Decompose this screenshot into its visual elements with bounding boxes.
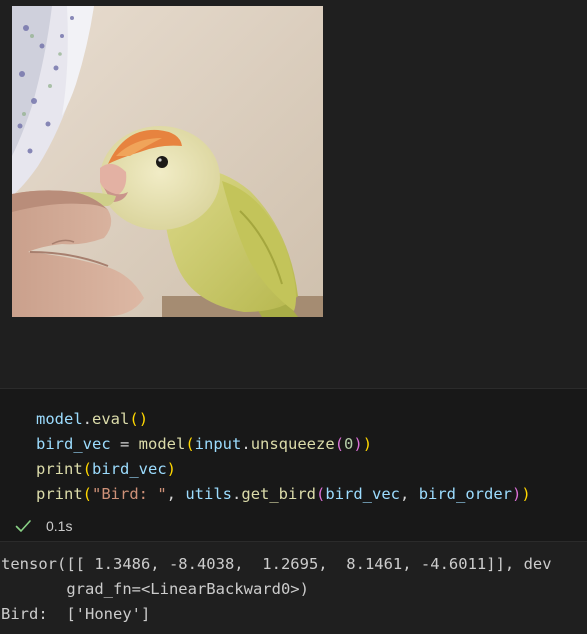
code-editor[interactable]: model.eval() bird_vec = model(input.unsqu… bbox=[36, 407, 531, 507]
cell-output: tensor([[ 1.3486, -8.4038, 1.2695, 8.146… bbox=[0, 542, 587, 634]
code-token: ( bbox=[185, 435, 195, 453]
code-token: print bbox=[36, 460, 83, 478]
code-line-2: bird_vec = model(input.unsqueeze(0)) bbox=[36, 432, 531, 457]
code-token: . bbox=[82, 410, 93, 428]
code-token: model bbox=[36, 410, 83, 428]
code-token: . bbox=[232, 485, 242, 503]
code-token: ) bbox=[362, 435, 373, 453]
code-token: ) bbox=[353, 435, 363, 453]
code-token: ( bbox=[334, 435, 345, 453]
code-line-4: print("Bird: ", utils.get_bird(bird_vec,… bbox=[36, 482, 531, 507]
code-token: bird_vec bbox=[92, 460, 167, 478]
code-token: bird_vec bbox=[36, 435, 111, 453]
bird-photo bbox=[12, 6, 323, 317]
code-token: ) bbox=[138, 410, 149, 428]
output-line-2: grad_fn=<LinearBackward0>) bbox=[1, 580, 309, 598]
output-line-1: tensor([[ 1.3486, -8.4038, 1.2695, 8.146… bbox=[1, 555, 552, 573]
code-cell[interactable]: model.eval() bird_vec = model(input.unsqu… bbox=[0, 389, 587, 541]
code-token: . bbox=[241, 435, 251, 453]
code-token: , bbox=[400, 485, 419, 503]
execution-status: 0.1s bbox=[14, 516, 72, 536]
code-token: ( bbox=[82, 485, 93, 503]
code-token: ) bbox=[512, 485, 522, 503]
code-token: input bbox=[194, 435, 242, 453]
code-token: 0 bbox=[344, 435, 354, 453]
code-token: = bbox=[110, 435, 139, 453]
output-line-3: Bird: ['Honey'] bbox=[1, 605, 151, 623]
code-token: "Bird: " bbox=[92, 485, 167, 503]
code-line-1: model.eval() bbox=[36, 407, 531, 432]
code-token: , bbox=[166, 485, 186, 503]
code-token: get_bird bbox=[241, 485, 317, 503]
image-output bbox=[0, 0, 587, 388]
code-token: ( bbox=[129, 410, 139, 428]
code-token: ) bbox=[521, 485, 531, 503]
code-token: unsqueeze bbox=[250, 435, 335, 453]
code-token: eval bbox=[92, 410, 130, 428]
code-token: utils bbox=[185, 485, 233, 503]
code-line-3: print(bird_vec) bbox=[36, 457, 531, 482]
code-token: ( bbox=[82, 460, 93, 478]
code-token: model bbox=[138, 435, 186, 453]
check-icon bbox=[15, 520, 31, 532]
code-token: print bbox=[36, 485, 83, 503]
code-token: ( bbox=[316, 485, 326, 503]
code-token: ) bbox=[166, 460, 177, 478]
code-token: bird_vec bbox=[325, 485, 401, 503]
code-token: bird_order bbox=[418, 485, 513, 503]
execution-time: 0.1s bbox=[46, 518, 73, 534]
